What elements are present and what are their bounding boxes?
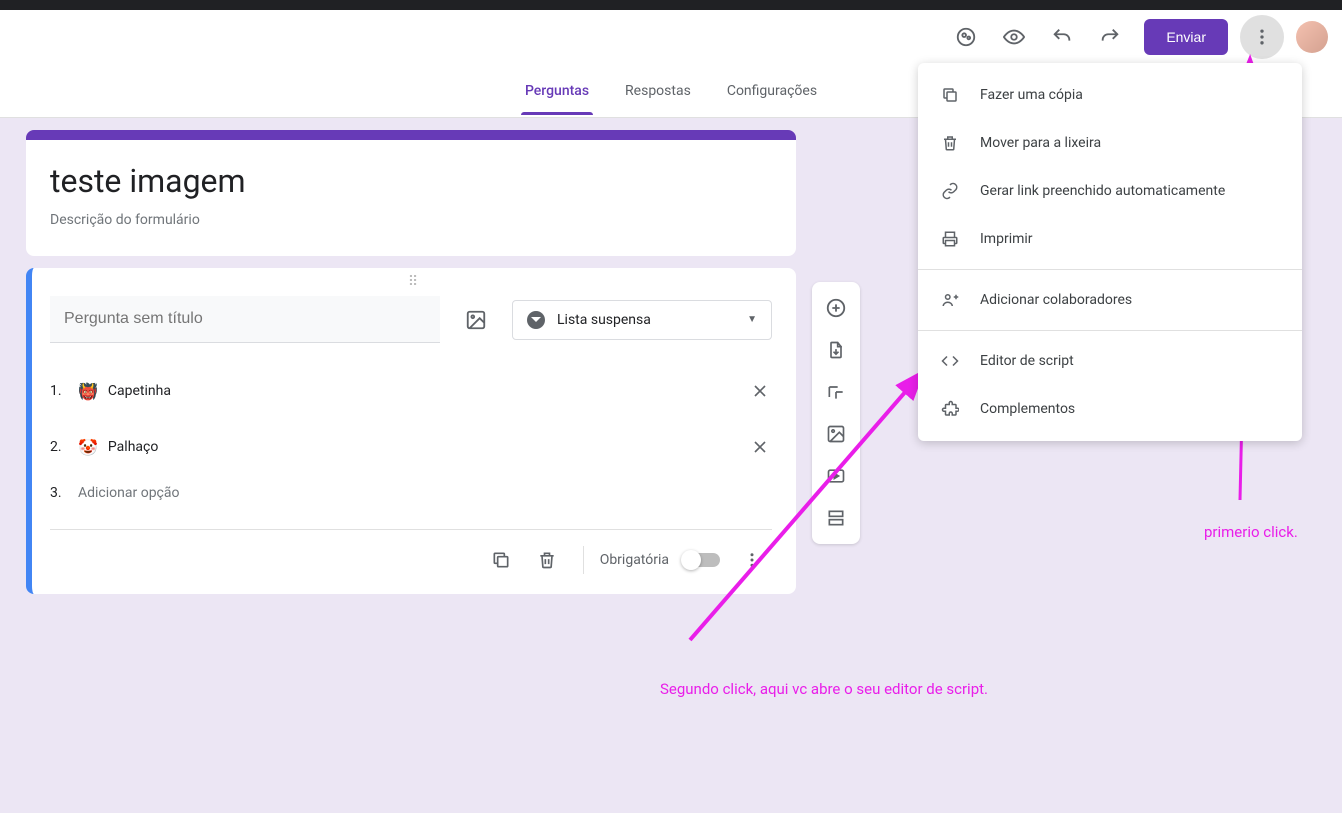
menu-label: Editor de script	[980, 353, 1074, 369]
people-icon	[940, 290, 960, 310]
dropdown-type-icon	[527, 311, 545, 329]
drag-handle-icon[interactable]: ⠿	[408, 274, 420, 290]
menu-label: Adicionar colaboradores	[980, 292, 1132, 308]
question-type-label: Lista suspensa	[557, 312, 735, 328]
menu-script-editor[interactable]: Editor de script	[918, 337, 1302, 385]
form-wrap: teste imagem Descrição do formulário ⠿ L…	[26, 130, 796, 594]
menu-label: Gerar link preenchido automaticamente	[980, 183, 1225, 199]
add-question-icon[interactable]	[816, 288, 856, 328]
user-avatar[interactable]	[1294, 19, 1330, 55]
options-list: 1. 👹 Capetinha 2. 🤡 Palhaço 3.	[50, 363, 772, 511]
menu-print[interactable]: Imprimir	[918, 215, 1302, 263]
menu-prefilled-link[interactable]: Gerar link preenchido automaticamente	[918, 167, 1302, 215]
menu-move-trash[interactable]: Mover para a lixeira	[918, 119, 1302, 167]
trash-icon	[940, 133, 960, 153]
required-label: Obrigatória	[600, 552, 669, 568]
option-number: 2.	[50, 439, 68, 455]
caret-down-icon: ▼	[747, 314, 757, 325]
menu-divider	[918, 269, 1302, 270]
tab-settings[interactable]: Configurações	[723, 67, 821, 115]
question-type-dropdown[interactable]: Lista suspensa ▼	[512, 300, 772, 340]
duplicate-icon[interactable]	[481, 540, 521, 580]
undo-icon[interactable]	[1040, 15, 1084, 59]
menu-add-collaborators[interactable]: Adicionar colaboradores	[918, 276, 1302, 324]
app-header: Enviar	[0, 10, 1342, 64]
side-toolbar	[812, 282, 860, 544]
question-card[interactable]: ⠿ Lista suspensa ▼ 1. 👹 Cap	[26, 268, 796, 594]
question-footer: Obrigatória	[50, 529, 772, 580]
menu-label: Imprimir	[980, 231, 1033, 247]
header-actions: Enviar	[944, 15, 1330, 59]
add-image-icon[interactable]	[456, 300, 496, 340]
more-menu-button[interactable]	[1240, 15, 1284, 59]
required-toggle[interactable]	[683, 553, 720, 567]
add-image-tb-icon[interactable]	[816, 414, 856, 454]
annotation-first-click: primerio click.	[1204, 523, 1298, 541]
question-more-icon[interactable]	[732, 540, 772, 580]
option-number: 1.	[50, 383, 68, 399]
option-text[interactable]: Palhaço	[108, 439, 732, 455]
delete-icon[interactable]	[527, 540, 567, 580]
add-option-text[interactable]: Adicionar opção	[78, 485, 772, 501]
add-video-icon[interactable]	[816, 456, 856, 496]
browser-top-bar	[0, 0, 1342, 10]
option-text[interactable]: Capetinha	[108, 383, 732, 399]
redo-icon[interactable]	[1088, 15, 1132, 59]
menu-divider	[918, 330, 1302, 331]
annotation-second-click: Segundo click, aqui vc abre o seu editor…	[660, 680, 988, 698]
theme-icon[interactable]	[944, 15, 988, 59]
form-description[interactable]: Descrição do formulário	[50, 212, 772, 228]
question-title-input[interactable]	[50, 296, 440, 343]
option-number: 3.	[50, 485, 68, 501]
option-emoji: 🤡	[78, 438, 98, 457]
print-icon	[940, 229, 960, 249]
tab-questions[interactable]: Perguntas	[521, 67, 593, 115]
menu-label: Mover para a lixeira	[980, 135, 1101, 151]
option-emoji: 👹	[78, 382, 98, 401]
preview-icon[interactable]	[992, 15, 1036, 59]
form-title-card[interactable]: teste imagem Descrição do formulário	[26, 130, 796, 256]
tab-responses[interactable]: Respostas	[621, 67, 695, 115]
send-button[interactable]: Enviar	[1144, 19, 1228, 55]
more-context-menu: Fazer uma cópia Mover para a lixeira Ger…	[918, 63, 1302, 441]
question-header-row: Lista suspensa ▼	[50, 296, 772, 343]
code-icon	[940, 351, 960, 371]
separator	[583, 546, 584, 574]
copy-icon	[940, 85, 960, 105]
option-row[interactable]: 1. 👹 Capetinha	[50, 363, 772, 419]
add-option-row[interactable]: 3. Adicionar opção	[50, 475, 772, 511]
menu-label: Complementos	[980, 401, 1075, 417]
add-section-icon[interactable]	[816, 498, 856, 538]
remove-option-icon[interactable]	[742, 373, 778, 409]
menu-addons[interactable]: Complementos	[918, 385, 1302, 433]
puzzle-icon	[940, 399, 960, 419]
menu-label: Fazer uma cópia	[980, 87, 1083, 103]
import-questions-icon[interactable]	[816, 330, 856, 370]
option-row[interactable]: 2. 🤡 Palhaço	[50, 419, 772, 475]
menu-make-copy[interactable]: Fazer uma cópia	[918, 71, 1302, 119]
link-icon	[940, 181, 960, 201]
add-title-icon[interactable]	[816, 372, 856, 412]
remove-option-icon[interactable]	[742, 429, 778, 465]
form-title[interactable]: teste imagem	[50, 162, 772, 200]
